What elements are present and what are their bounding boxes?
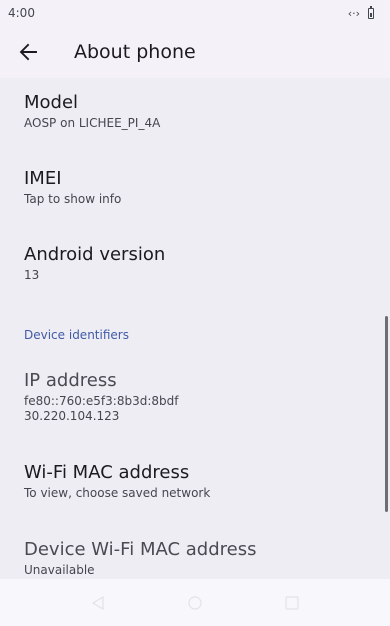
model-item[interactable]: Model AOSP on LICHEE_PI_4A [24,92,366,131]
android-version-item[interactable]: Android version 13 [24,244,366,283]
section-header: Device identifiers [24,328,129,342]
model-title: Model [24,92,79,113]
android-version-title: Android version [24,244,166,265]
status-icons: ‹·› [347,5,374,20]
nav-recents-icon [285,595,299,610]
wifi-mac-summary: To view, choose saved network [24,486,211,500]
nav-back-icon [92,595,104,610]
ip-address-line-1: fe80::760:e5f3:8b3d:8bdf [24,394,179,408]
nav-home-button[interactable] [175,583,215,623]
ip-address-title: IP address [24,370,117,391]
ip-address-item[interactable]: IP address fe80::760:e5f3:8b3d:8bdf 30.2… [24,370,366,424]
imei-title: IMEI [24,168,62,189]
device-wifi-mac-title: Device Wi-Fi MAC address [24,539,257,560]
arrow-back-icon [19,43,37,61]
nav-back-button[interactable] [78,583,118,623]
imei-summary: Tap to show info [24,192,122,206]
battery-icon [368,5,374,19]
navigation-bar [0,579,390,626]
wifi-mac-title: Wi-Fi MAC address [24,462,190,483]
status-time: 4:00 [8,6,35,20]
scrollbar[interactable] [385,316,388,512]
ip-address-line-2: 30.220.104.123 [24,409,120,423]
android-version-summary: 13 [24,268,40,282]
page-title: About phone [74,41,196,63]
device-wifi-mac-summary: Unavailable [24,563,95,577]
back-button[interactable] [0,28,56,76]
sync-icon: ‹·› [347,6,360,20]
wifi-mac-item[interactable]: Wi-Fi MAC address To view, choose saved … [24,462,366,501]
nav-home-icon [188,595,202,610]
app-bar: About phone [0,26,390,78]
model-summary: AOSP on LICHEE_PI_4A [24,116,161,130]
settings-list: Model AOSP on LICHEE_PI_4A IMEI Tap to s… [0,78,390,579]
device-wifi-mac-item[interactable]: Device Wi-Fi MAC address Unavailable [24,539,366,578]
imei-item[interactable]: IMEI Tap to show info [24,168,366,207]
status-bar: 4:00 ‹·› [0,0,390,26]
nav-recents-button[interactable] [272,583,312,623]
